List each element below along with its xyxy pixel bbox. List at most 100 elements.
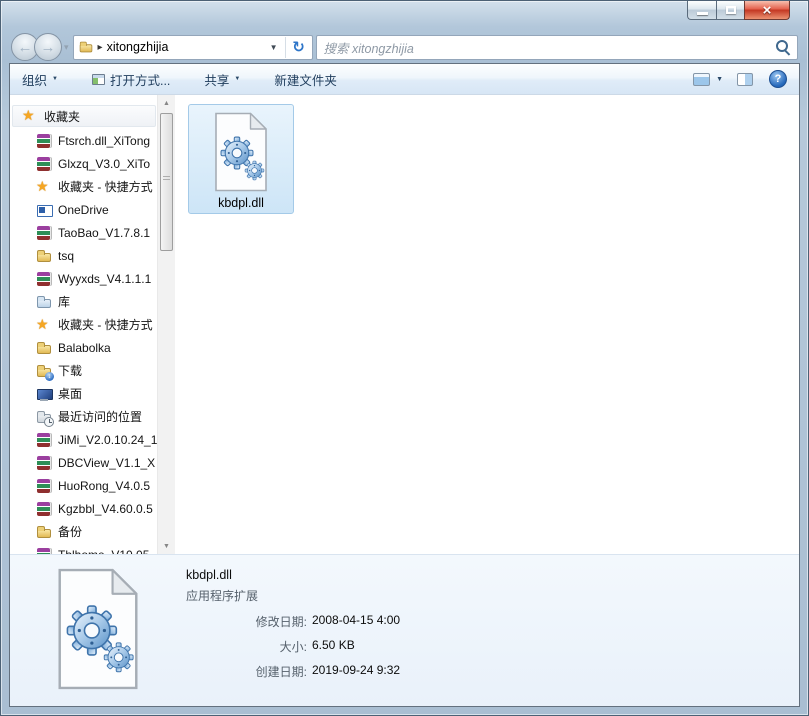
share-label: 共享 <box>204 70 229 89</box>
content-area: 收藏夹 Ftsrch.dll_XiTong Glxzq_V3.0_XiTo 收藏… <box>10 95 799 554</box>
scroll-up-button[interactable]: ▲ <box>158 95 175 111</box>
address-dropdown-chevron-icon[interactable]: ▼ <box>270 43 278 52</box>
preview-pane-button[interactable] <box>737 73 753 86</box>
details-field-label: 创建日期: <box>186 663 307 680</box>
sidebar-item-label: Kgzbbl_V4.60.0.5 <box>58 502 153 516</box>
forward-arrow-icon: → <box>41 39 56 56</box>
sidebar-item[interactable]: tsq <box>10 244 157 267</box>
download-arrow-icon: ↓ <box>45 372 54 381</box>
scroll-down-button[interactable]: ▼ <box>158 538 175 554</box>
sidebar-item[interactable]: Ftsrch.dll_XiTong <box>10 129 157 152</box>
sidebar-item[interactable]: 收藏夹 - 快捷方式 <box>10 175 157 198</box>
file-item-selected[interactable]: kbdpl.dll <box>188 104 294 214</box>
sidebar-item-label: tsq <box>58 249 74 263</box>
address-box[interactable]: ▸ xitongzhijia ▼ ↻ <box>73 35 313 60</box>
details-field-label: 大小: <box>186 638 307 655</box>
sidebar-item[interactable]: ↓ 下载 <box>10 359 157 382</box>
dll-file-icon-large <box>49 563 147 695</box>
details-text-block: kbdpl.dll 应用程序扩展 修改日期: 2008-04-15 4:00 大… <box>186 563 400 680</box>
sidebar-item[interactable]: 库 <box>10 290 157 313</box>
maximize-button[interactable] <box>716 1 744 20</box>
sidebar-item[interactable]: 收藏夹 - 快捷方式 <box>10 313 157 336</box>
sidebar-item[interactable]: 收藏夹 <box>12 105 156 127</box>
search-icon[interactable] <box>776 40 790 54</box>
breadcrumb-arrow-icon[interactable]: ▸ <box>98 42 103 53</box>
sidebar-item[interactable]: DBCView_V1.1_X <box>10 451 157 474</box>
client-area: 组织 ▼ 打开方式... 共享 ▼ 新建文件夹 ▼ ? <box>9 63 800 707</box>
sidebar-item[interactable]: JiMi_V2.0.10.24_1 <box>10 428 157 451</box>
sidebar-item[interactable]: Wyyxds_V4.1.1.1 <box>10 267 157 290</box>
rar-icon <box>36 547 52 555</box>
search-input[interactable]: 搜索 xitongzhijia <box>324 38 776 57</box>
rar-icon <box>36 156 52 172</box>
chevron-down-icon: ▼ <box>52 76 58 82</box>
sidebar-item[interactable]: TaoBao_V1.7.8.1 <box>10 221 157 244</box>
rar-icon <box>36 455 52 471</box>
folder-down-icon: ↓ <box>36 363 52 379</box>
file-list-area[interactable]: kbdpl.dll <box>175 95 799 554</box>
sidebar-item-label: 收藏夹 <box>44 108 80 125</box>
sidebar-item[interactable]: Glxzq_V3.0_XiTo <box>10 152 157 175</box>
history-chevron-icon[interactable]: ▾ <box>64 42 69 53</box>
folder-icon <box>36 524 52 540</box>
new-folder-label: 新建文件夹 <box>274 70 337 89</box>
change-view-button[interactable] <box>693 73 710 86</box>
dll-file-icon <box>209 112 273 192</box>
recent-icon <box>36 409 52 425</box>
sidebar-item[interactable]: HuoRong_V4.0.5 <box>10 474 157 497</box>
chevron-down-icon: ▼ <box>234 76 240 82</box>
sidebar-item[interactable]: Kgzbbl_V4.60.0.5 <box>10 497 157 520</box>
sidebar-item-label: 收藏夹 - 快捷方式 <box>58 178 153 195</box>
open-with-label: 打开方式... <box>110 70 170 89</box>
sidebar-item-label: DBCView_V1.1_X <box>58 456 155 470</box>
explorer-window: × ← → ▾ ▸ xitongzhijia ▼ ↻ 搜索 xitongzhij… <box>0 0 809 716</box>
share-button[interactable]: 共享 ▼ <box>204 70 240 89</box>
organize-button[interactable]: 组织 ▼ <box>22 70 58 89</box>
rar-icon <box>36 501 52 517</box>
minimize-button[interactable] <box>687 1 716 20</box>
folder-icon <box>36 248 52 264</box>
details-field-value: 2008-04-15 4:00 <box>312 613 400 630</box>
rar-icon <box>36 133 52 149</box>
change-view-chevron-icon[interactable]: ▼ <box>716 76 723 83</box>
close-button[interactable]: × <box>744 1 790 20</box>
scrollbar-thumb[interactable] <box>160 113 173 251</box>
rar-icon <box>36 432 52 448</box>
address-bar-row: ← → ▾ ▸ xitongzhijia ▼ ↻ 搜索 xitongzhijia <box>9 31 800 63</box>
breadcrumb[interactable]: xitongzhijia <box>107 40 169 54</box>
search-box[interactable]: 搜索 xitongzhijia <box>316 35 798 60</box>
sidebar-item-label: 备份 <box>58 523 82 540</box>
sidebar-item[interactable]: 最近访问的位置 <box>10 405 157 428</box>
organize-label: 组织 <box>22 70 47 89</box>
details-fields: 修改日期: 2008-04-15 4:00 大小: 6.50 KB 创建日期: … <box>186 613 400 680</box>
onedrive-icon <box>36 202 52 218</box>
new-folder-button[interactable]: 新建文件夹 <box>274 70 337 89</box>
sidebar-item-label: HuoRong_V4.0.5 <box>58 479 150 493</box>
details-file-type: 应用程序扩展 <box>186 587 400 604</box>
details-field-label: 修改日期: <box>186 613 307 630</box>
sidebar-scrollbar[interactable]: ▲ ▼ <box>157 95 175 554</box>
refresh-button[interactable]: ↻ <box>286 36 312 59</box>
sidebar-item[interactable]: OneDrive <box>10 198 157 221</box>
sidebar-item[interactable]: Tblhome_V10.05 <box>10 543 157 554</box>
sidebar-item[interactable]: 桌面 <box>10 382 157 405</box>
forward-button[interactable]: → <box>34 33 62 61</box>
details-pane: kbdpl.dll 应用程序扩展 修改日期: 2008-04-15 4:00 大… <box>10 554 799 706</box>
sidebar-item-label: OneDrive <box>58 203 109 217</box>
sidebar-item[interactable]: Balabolka <box>10 336 157 359</box>
toolbar-right-group: ▼ ? <box>693 70 787 88</box>
details-file-name: kbdpl.dll <box>186 568 400 582</box>
sidebar-item-label: 库 <box>58 293 70 310</box>
star-icon <box>22 108 38 124</box>
back-arrow-icon: ← <box>18 39 33 56</box>
sidebar-item[interactable]: 备份 <box>10 520 157 543</box>
details-field-value: 2019-09-24 9:32 <box>312 663 400 680</box>
help-button[interactable]: ? <box>769 70 787 88</box>
open-with-button[interactable]: 打开方式... <box>92 70 170 89</box>
title-bar[interactable]: × <box>9 1 800 31</box>
clock-icon <box>44 417 54 427</box>
sidebar-item-label: 收藏夹 - 快捷方式 <box>58 316 153 333</box>
sidebar-item-label: Ftsrch.dll_XiTong <box>58 134 150 148</box>
rar-icon <box>36 225 52 241</box>
desktop-icon <box>36 386 52 402</box>
